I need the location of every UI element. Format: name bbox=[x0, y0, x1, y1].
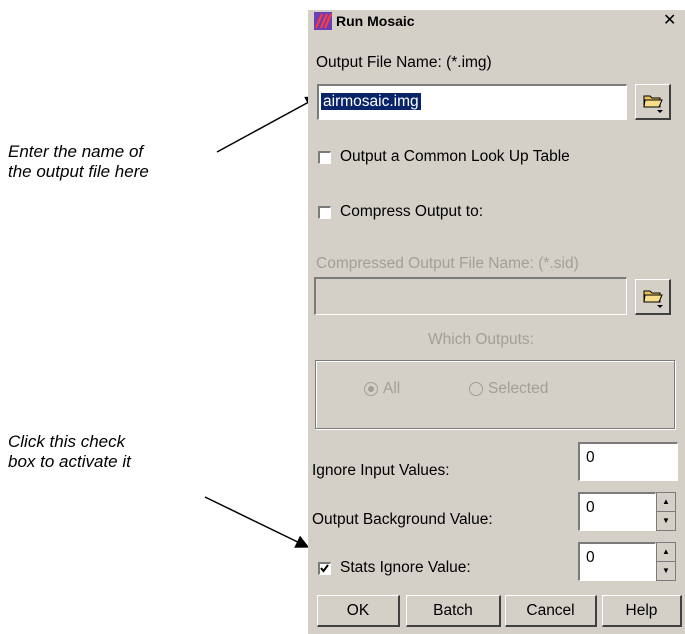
common-lut-label: Output a Common Look Up Table bbox=[340, 148, 570, 165]
radio-selected[interactable] bbox=[469, 382, 483, 396]
close-icon[interactable]: ✕ bbox=[663, 12, 683, 30]
callout-arrow-check-box bbox=[204, 496, 310, 548]
compressed-file-input[interactable] bbox=[314, 277, 627, 315]
common-lut-checkbox[interactable] bbox=[318, 151, 331, 164]
output-file-input[interactable]: airmosaic.img bbox=[317, 84, 627, 120]
output-file-value: airmosaic.img bbox=[321, 93, 421, 110]
output-file-browse-button[interactable] bbox=[635, 84, 671, 120]
spin-down-icon[interactable]: ▼ bbox=[657, 511, 675, 530]
app-icon bbox=[314, 12, 332, 30]
compress-label: Compress Output to: bbox=[340, 203, 484, 220]
spin-down-icon[interactable]: ▼ bbox=[657, 561, 675, 580]
spin-up-icon[interactable]: ▲ bbox=[657, 543, 675, 561]
background-stepper[interactable]: ▲ ▼ bbox=[656, 492, 676, 531]
compressed-file-label: Compressed Output File Name: (*.sid) bbox=[316, 255, 579, 272]
background-value: 0 bbox=[586, 499, 595, 516]
stats-ignore-checkbox[interactable] bbox=[318, 562, 331, 575]
callout-arrow-output-file bbox=[216, 96, 320, 153]
background-field[interactable]: 0 bbox=[578, 492, 656, 531]
radio-all[interactable] bbox=[364, 382, 378, 396]
ok-button[interactable]: OK bbox=[317, 595, 400, 627]
ignore-input-value: 0 bbox=[586, 449, 595, 466]
folder-icon bbox=[643, 290, 663, 308]
stats-ignore-label: Stats Ignore Value: bbox=[340, 559, 471, 576]
folder-icon bbox=[643, 95, 663, 113]
stats-ignore-value: 0 bbox=[586, 549, 595, 566]
stats-ignore-stepper[interactable]: ▲ ▼ bbox=[656, 542, 676, 581]
stats-ignore-field[interactable]: 0 bbox=[578, 542, 656, 581]
cancel-button[interactable]: Cancel bbox=[505, 595, 597, 627]
ignore-input-field[interactable]: 0 bbox=[578, 442, 678, 481]
ignore-input-label: Ignore Input Values: bbox=[312, 462, 450, 479]
dialog-title: Run Mosaic bbox=[336, 13, 415, 29]
checkbox-icon bbox=[320, 564, 329, 573]
radio-selected-label: Selected bbox=[488, 380, 549, 397]
output-file-label: Output File Name: (*.img) bbox=[316, 54, 492, 71]
compressed-file-browse-button[interactable] bbox=[635, 279, 671, 315]
background-label: Output Background Value: bbox=[312, 511, 493, 528]
help-button[interactable]: Help bbox=[602, 595, 682, 627]
radio-all-label: All bbox=[383, 380, 401, 397]
spin-up-icon[interactable]: ▲ bbox=[657, 493, 675, 511]
radio-icon bbox=[368, 386, 374, 392]
batch-button[interactable]: Batch bbox=[406, 595, 501, 627]
title-bar[interactable]: Run Mosaic ✕ bbox=[308, 10, 685, 32]
run-mosaic-dialog: Run Mosaic ✕ Output File Name: (*.img) a… bbox=[308, 10, 685, 634]
compress-checkbox[interactable] bbox=[318, 206, 331, 219]
which-outputs-label: Which Outputs: bbox=[428, 331, 534, 348]
